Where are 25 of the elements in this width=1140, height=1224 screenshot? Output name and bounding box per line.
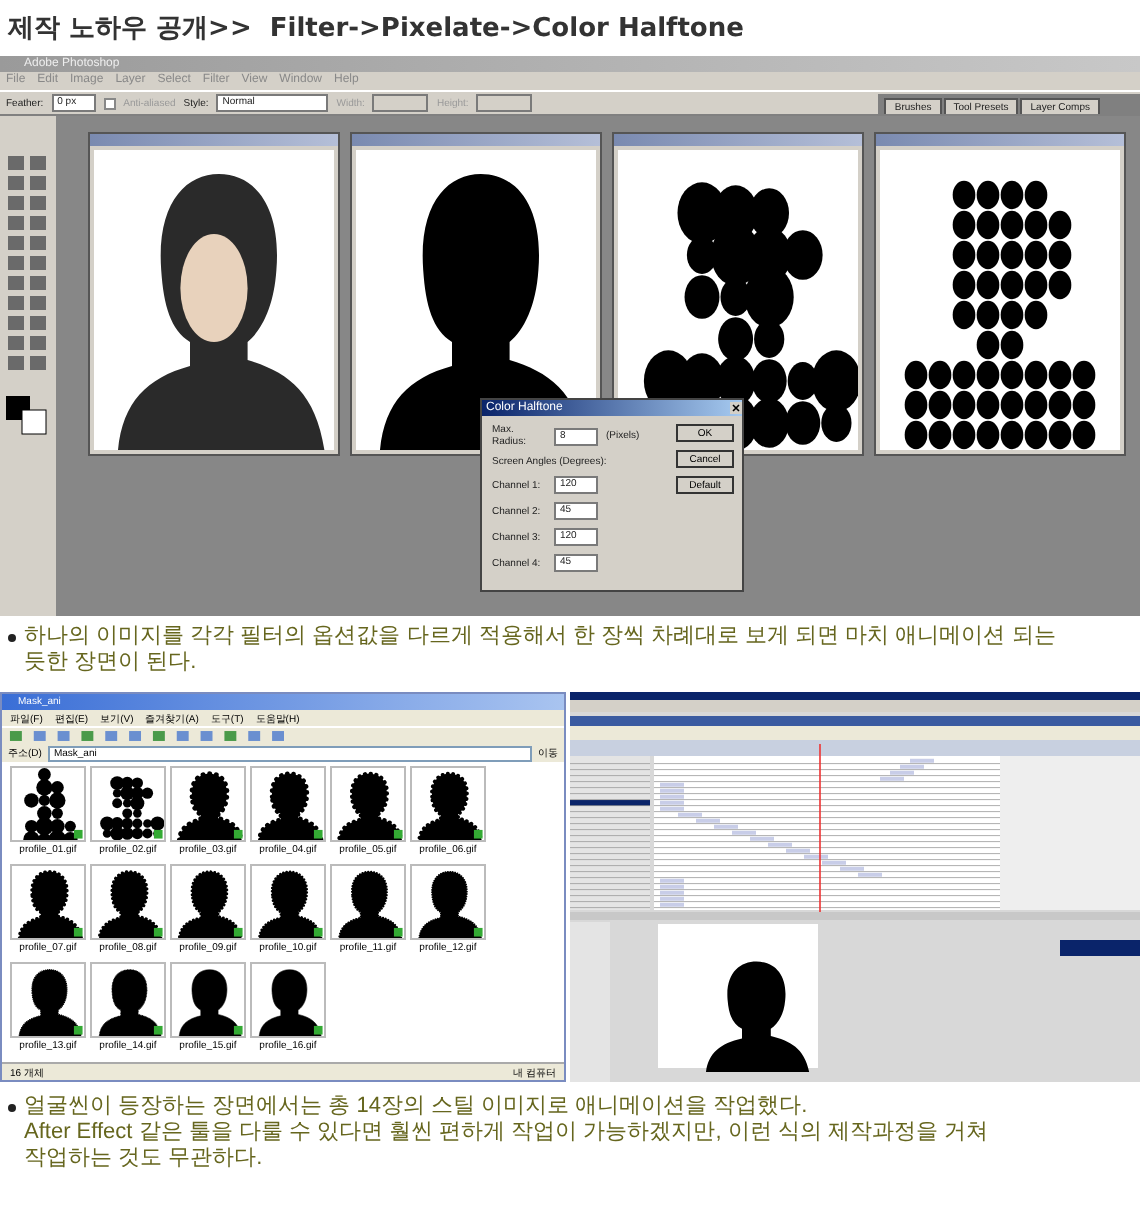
halftone-thumbnail[interactable]: [90, 962, 166, 1038]
halftone-thumbnail[interactable]: [250, 962, 326, 1038]
halftone-thumbnail[interactable]: [410, 766, 486, 842]
halftone-thumbnail[interactable]: [250, 766, 326, 842]
halftone-thumbnail[interactable]: [10, 962, 86, 1038]
bullet-icon: [8, 1104, 16, 1112]
halftone-thumbnail[interactable]: [170, 864, 246, 940]
halftone-thumbnail[interactable]: [90, 766, 166, 842]
halftone-thumbnail[interactable]: [170, 766, 246, 842]
halftone-thumbnail[interactable]: [10, 766, 86, 842]
halftone-thumbnail[interactable]: [330, 766, 406, 842]
close-icon[interactable]: [730, 402, 742, 414]
page-title: 제작 노하우 공개>> Filter->Pixelate->Color Halftone: [6, 12, 746, 48]
anti-aliased-checkbox[interactable]: [103, 97, 116, 109]
halftone-thumbnail[interactable]: [250, 864, 326, 940]
height-field[interactable]: [476, 94, 533, 112]
halftone-thumbnail[interactable]: [410, 864, 486, 940]
halftone-thumbnail[interactable]: [90, 864, 166, 940]
halftone-thumbnail[interactable]: [170, 962, 246, 1038]
width-field[interactable]: [372, 94, 429, 112]
caption-text: 얼굴씬이 등장하는 장면에서는 총 14장의 스틸 이미지로 애니메이션을 작업했다. After Effect 같은 툴을 다룰 수 있다면 훨씬 편하게 작업이 가능하겠지만, 이런 식의 제작과정을 거쳐 작업하는 것도 무관하다.: [24, 1094, 988, 1172]
halftone-thumbnail[interactable]: [10, 864, 86, 940]
bullet-icon: [8, 634, 16, 642]
caption-text: 하나의 이미지를 각각 필터의 옵션값을 다르게 적용해서 한 장씩 차례대로 보게 되면 마치 애니메이션 되는 듯한 장면이 된다.: [24, 624, 1056, 678]
halftone-thumbnail[interactable]: [330, 864, 406, 940]
